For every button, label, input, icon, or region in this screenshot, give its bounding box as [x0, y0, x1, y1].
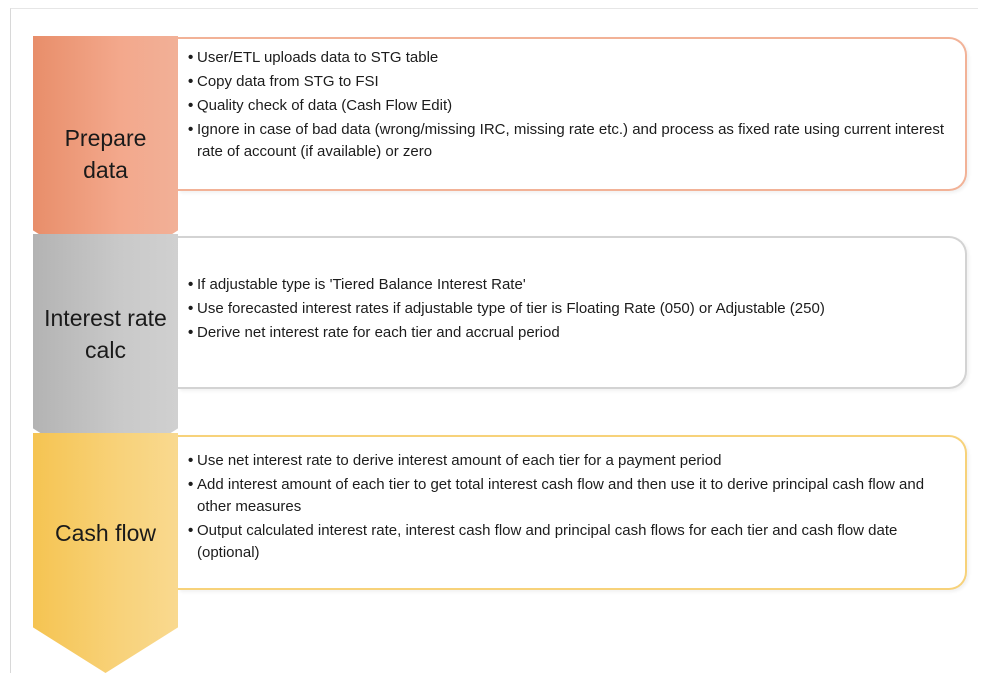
list-item: Quality check of data (Cash Flow Edit) — [188, 95, 955, 117]
list-item: Copy data from STG to FSI — [188, 71, 955, 93]
step-details-interest-rate-calc: If adjustable type is 'Tiered Balance In… — [178, 236, 967, 389]
step-chevron-cash-flow: Cash flow — [33, 433, 178, 673]
step-label: Interest rate calc — [44, 305, 167, 363]
list-item: Ignore in case of bad data (wrong/missin… — [188, 119, 955, 163]
list-item: Use forecasted interest rates if adjusta… — [188, 298, 955, 320]
list-item: Add interest amount of each tier to get … — [188, 474, 955, 518]
list-item: If adjustable type is 'Tiered Balance In… — [188, 274, 955, 296]
list-item: User/ETL uploads data to STG table — [188, 47, 955, 69]
step-item-list: If adjustable type is 'Tiered Balance In… — [188, 274, 955, 346]
step-label: Cash flow — [55, 520, 156, 546]
step-item-list: User/ETL uploads data to STG table Copy … — [188, 47, 955, 165]
step-item-list: Use net interest rate to derive interest… — [188, 450, 955, 566]
step-label: Prepare data — [64, 125, 147, 183]
list-item: Output calculated interest rate, interes… — [188, 520, 955, 564]
list-item: Use net interest rate to derive interest… — [188, 450, 955, 472]
step-details-prepare-data: User/ETL uploads data to STG table Copy … — [178, 37, 967, 191]
step-details-cash-flow: Use net interest rate to derive interest… — [178, 435, 967, 590]
list-item: Derive net interest rate for each tier a… — [188, 322, 955, 344]
